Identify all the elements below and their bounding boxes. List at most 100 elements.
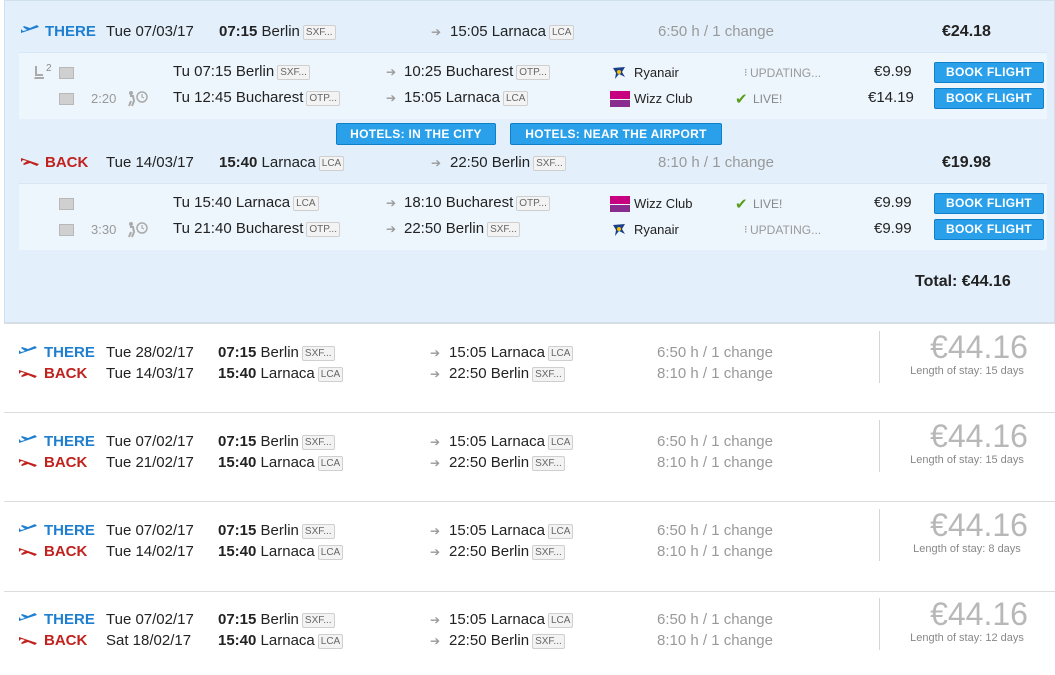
hotels-in-city-button[interactable]: HOTELS: IN THE CITY [336,123,496,145]
airline-image-icon [59,67,74,79]
there-arrival-time: 15:05 [449,344,487,361]
wizz-logo-icon [610,196,630,217]
expanded-result[interactable]: THERE Tue 07/03/17 07:15 Berlin SXF... ➔ … [4,0,1055,323]
there-departure-time: 07:15 [218,344,257,361]
plane-takeoff-icon [18,344,38,362]
back-label: BACK [44,365,88,382]
plane-takeoff-icon [20,23,42,41]
divider [879,420,880,472]
back-departure-code: LCA [317,545,344,560]
back-departure-city: Larnaca [260,543,315,560]
segment-arrival: 10:25 Bucharest OTP... [404,63,550,80]
back-departure: 15:40 Larnaca LCA [218,632,344,649]
segment-status: UPDATING... [750,66,822,80]
back-arrival-city: Berlin [490,632,530,649]
back-arrival-time: 22:50 [449,632,487,649]
arrow-right-icon: ➔ [430,435,441,449]
back-date: Tue 14/03/17 [106,365,194,382]
segment-airline: Ryanair [634,222,679,237]
airline-image-icon [59,198,74,210]
airline-image-icon [59,93,74,105]
arrow-right-icon: ➔ [386,196,397,210]
return-details: 3:30 Tu 15:40 Larnaca LCA ➔ 18:10 Buchare… [19,183,1047,250]
segment-dep-time: 07:15 [194,63,232,80]
divider [879,509,880,561]
back-departure-code: LCA [318,156,345,171]
segment-airline: Wizz Club [634,196,693,211]
there-date: Tue 07/02/17 [106,611,194,628]
there-label: THERE [44,344,95,361]
there-arrival: 15:05 Larnaca LCA [450,23,575,40]
plane-takeoff-icon [18,433,38,451]
result-row[interactable]: THERE Tue 28/02/17 07:15 Berlin SXF... ➔ … [0,329,1055,384]
segment-arr-time: 18:10 [404,194,442,211]
there-arrival-code: LCA [547,435,574,450]
result-row[interactable]: THERE Tue 07/02/17 07:15 Berlin SXF... ➔ … [0,596,1055,651]
back-departure-code: LCA [317,456,344,471]
back-departure-city: Larnaca [260,632,315,649]
book-flight-button[interactable]: BOOK FLIGHT [934,193,1044,214]
back-label: BACK [44,454,88,471]
segment-from: Bucharest [235,89,304,106]
checkmark-icon: ✔ [735,91,748,108]
segment-to: Berlin [445,220,485,237]
walking-clock-icon [127,221,149,243]
back-duration: 8:10 h / 1 change [658,154,774,171]
back-arrival: 22:50 Berlin SXF... [449,632,565,649]
there-departure: 07:15 Berlin SXF... [219,23,336,40]
segment-airline: Ryanair [634,65,679,80]
arrow-right-icon: ➔ [386,222,397,236]
back-date: Sat 18/02/17 [106,632,192,649]
there-label: THERE [45,23,96,40]
segment-price: €9.99 [874,220,912,237]
back-arrival: 22:50 Berlin SXF... [449,543,565,560]
arrow-right-icon: ➔ [430,545,441,559]
there-arrival-city: Larnaca [490,344,545,361]
back-arrival-time: 22:50 [449,454,487,471]
arrow-right-icon: ➔ [430,524,441,538]
result-row[interactable]: THERE Tue 07/02/17 07:15 Berlin SXF... ➔ … [0,507,1055,562]
there-departure-code: SXF... [301,346,335,361]
there-duration: 6:50 h / 1 change [658,23,774,40]
back-arrival-time: 22:50 [450,154,488,171]
segment-status: UPDATING... [750,223,822,237]
length-of-stay: Length of stay: 8 days [913,543,1021,555]
segment-dep-time: 12:45 [194,89,232,106]
arrow-right-icon: ➔ [430,634,441,648]
hotels-near-airport-button[interactable]: HOTELS: NEAR THE AIRPORT [510,123,722,145]
back-arrival-code: SXF... [532,545,565,560]
back-label: BACK [45,154,89,171]
there-arrival-city: Larnaca [490,433,545,450]
there-departure: 07:15 Berlin SXF... [218,522,335,539]
book-flight-button[interactable]: BOOK FLIGHT [934,88,1044,109]
back-duration: 8:10 h / 1 change [657,454,773,471]
segment-to-code: SXF... [487,222,520,237]
back-arrival-code: SXF... [533,156,566,171]
arrow-right-icon: ➔ [430,613,441,627]
segment-from: Berlin [235,63,275,80]
back-arrival-code: SXF... [532,456,565,471]
segment-to: Larnaca [445,89,500,106]
back-arrival-city: Berlin [490,543,530,560]
back-departure-city: Larnaca [260,454,315,471]
divider [879,331,880,383]
there-departure-time: 07:15 [218,611,257,628]
checkmark-icon: ✔ [735,196,748,213]
back-departure: 15:40 Larnaca LCA [218,454,344,471]
result-row[interactable]: THERE Tue 07/02/17 07:15 Berlin SXF... ➔ … [0,418,1055,473]
plane-landing-icon [18,455,38,473]
segment-from: Bucharest [235,220,304,237]
length-of-stay: Length of stay: 12 days [910,632,1024,644]
there-duration: 6:50 h / 1 change [657,522,773,539]
there-arrival-city: Larnaca [490,522,545,539]
segment-day: Tu [173,63,190,80]
there-departure: 07:15 Berlin SXF... [218,611,335,628]
book-flight-button[interactable]: BOOK FLIGHT [934,62,1044,83]
plane-landing-icon [18,366,38,384]
segment-arrival: 18:10 Bucharest OTP... [404,194,550,211]
book-flight-button[interactable]: BOOK FLIGHT [934,219,1044,240]
there-arrival-code: LCA [547,346,574,361]
total-price: €44.16 [930,596,1028,632]
length-of-stay: Length of stay: 15 days [910,365,1024,377]
row-separator [4,591,1055,592]
